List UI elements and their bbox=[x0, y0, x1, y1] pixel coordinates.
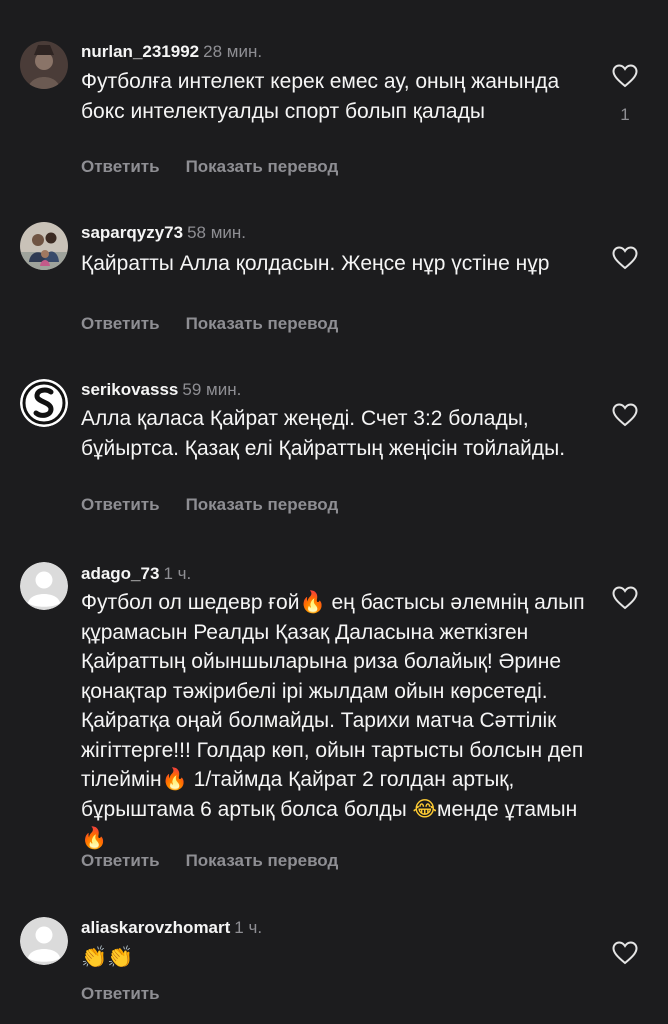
show-translation-button[interactable]: Показать перевод bbox=[186, 314, 339, 334]
like-count: 1 bbox=[620, 105, 630, 124]
comment-text: 👏👏 bbox=[81, 945, 134, 969]
user-silhouette-icon bbox=[20, 562, 68, 610]
avatar[interactable] bbox=[20, 222, 68, 270]
comment-text: Қайратты Алла қолдасын. Жеңсе нұр үстіне… bbox=[81, 252, 550, 275]
show-translation-button[interactable]: Показать перевод bbox=[186, 157, 339, 177]
comment-time: 59 мин. bbox=[182, 380, 242, 399]
username[interactable]: saparqyzy73 bbox=[81, 223, 183, 242]
reply-button[interactable]: Ответить bbox=[81, 157, 160, 177]
comment-time: 28 мин. bbox=[203, 42, 263, 61]
username[interactable]: nurlan_231992 bbox=[81, 42, 199, 61]
show-translation-button[interactable]: Показать перевод bbox=[186, 851, 339, 871]
avatar[interactable] bbox=[20, 562, 68, 610]
reply-button[interactable]: Ответить bbox=[81, 495, 160, 515]
reply-button[interactable]: Ответить bbox=[81, 851, 160, 871]
comment-time: 1 ч. bbox=[234, 918, 263, 937]
text-segment: менде ұтамын bbox=[437, 797, 578, 821]
comment-time: 58 мин. bbox=[187, 223, 247, 242]
avatar[interactable] bbox=[20, 917, 68, 965]
heart-outline-icon[interactable] bbox=[612, 586, 638, 610]
fire-emoji: 🔥 bbox=[161, 767, 188, 791]
user-silhouette-icon bbox=[20, 917, 68, 965]
text-segment: Футбол ол шедевр ғой bbox=[81, 591, 300, 614]
username[interactable]: adago_73 bbox=[81, 564, 159, 583]
laughing-emoji: 😂 bbox=[412, 796, 438, 821]
comment-time: 1 ч. bbox=[163, 564, 192, 583]
fire-emoji: 🔥 bbox=[81, 826, 108, 850]
reply-button[interactable]: Ответить bbox=[81, 314, 160, 334]
comment-text: Футбол ол шедевр ғой🔥 ең бастысы әлемнің… bbox=[81, 588, 591, 854]
avatar[interactable] bbox=[20, 379, 68, 427]
reply-button[interactable]: Ответить bbox=[81, 984, 160, 1004]
heart-outline-icon[interactable] bbox=[612, 941, 638, 965]
avatar[interactable] bbox=[20, 41, 68, 89]
username[interactable]: serikovasss bbox=[81, 380, 178, 399]
comment-text: Алла қаласа Қайрат жеңеді. Счет 3:2 бола… bbox=[81, 407, 566, 460]
comment-text: Футболға интелект керек емес ау, оның жа… bbox=[81, 70, 560, 123]
heart-outline-icon[interactable] bbox=[612, 64, 638, 88]
heart-outline-icon[interactable] bbox=[612, 403, 638, 427]
username[interactable]: aliaskarovzhomart bbox=[81, 918, 230, 937]
heart-outline-icon[interactable] bbox=[612, 246, 638, 270]
text-segment: ең бастысы әлемнің алып құрамасын Реалды… bbox=[81, 591, 585, 791]
show-translation-button[interactable]: Показать перевод bbox=[186, 495, 339, 515]
fire-emoji: 🔥 bbox=[299, 590, 326, 614]
